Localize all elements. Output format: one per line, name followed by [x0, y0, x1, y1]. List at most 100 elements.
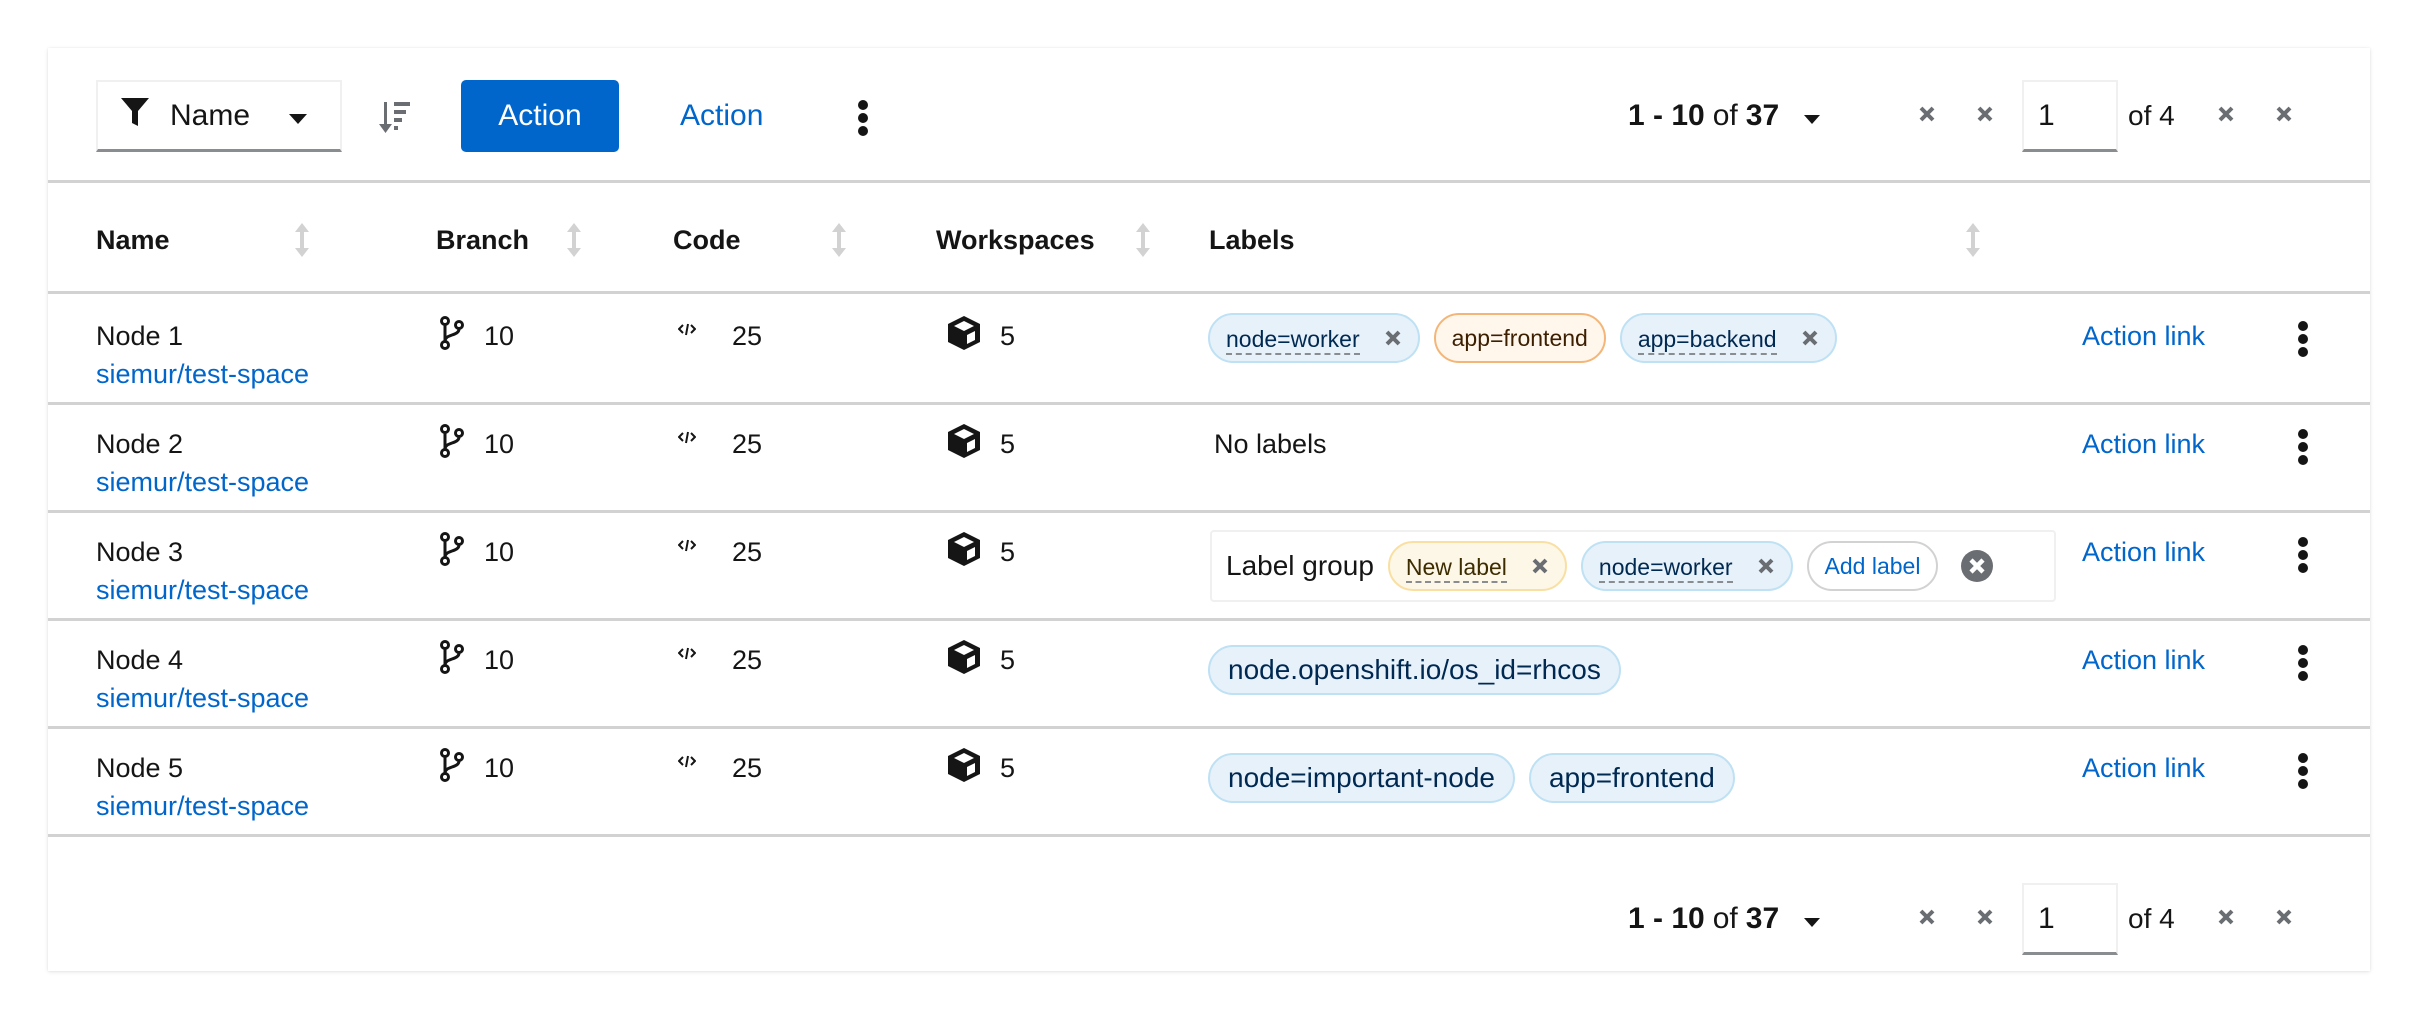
current-page-input[interactable] [2022, 883, 2118, 955]
repo-link[interactable]: siemur/test-space [96, 355, 309, 393]
per-page-toggle[interactable]: 1 - 10 of 37 [1628, 99, 1898, 133]
close-icon[interactable] [1801, 329, 1819, 347]
kebab-icon [2288, 645, 2318, 687]
branch-cell: 10 [440, 531, 514, 571]
close-icon[interactable] [1531, 557, 1549, 575]
range-total: 37 [1745, 902, 1780, 935]
label-text[interactable]: node=worker [1598, 549, 1733, 583]
cube-icon [946, 747, 982, 790]
node-name: Node 1 [96, 321, 184, 351]
label-chip[interactable]: app=frontend [1433, 313, 1606, 363]
row-action-link[interactable]: Action link [2082, 533, 2205, 571]
row-action-link[interactable]: Action link [2082, 425, 2205, 463]
row-kebab-menu[interactable] [2288, 319, 2318, 359]
next-page-button[interactable] [2197, 91, 2255, 141]
kebab-icon [848, 100, 878, 142]
previous-page-button[interactable] [1956, 91, 2014, 141]
sort-arrows-icon[interactable] [829, 222, 849, 258]
close-circle-icon[interactable] [1960, 549, 1994, 583]
row-kebab-menu[interactable] [2288, 535, 2318, 575]
pagination-top: 1 - 10 of 37 of 4 [1628, 80, 2313, 152]
sort-arrows-icon[interactable] [564, 222, 584, 258]
per-page-toggle[interactable]: 1 - 10 of 37 [1628, 902, 1898, 936]
label-chip[interactable]: node=important-node [1208, 753, 1515, 803]
sort-arrows-icon[interactable] [1133, 222, 1153, 258]
link-action-button[interactable]: Action [660, 80, 783, 152]
pagination-bottom: 1 - 10 of 37 of 4 [1628, 883, 2313, 955]
label-chip[interactable]: node=worker [1580, 541, 1793, 591]
label-text[interactable]: app=backend [1637, 321, 1777, 355]
column-header-workspaces[interactable]: Workspaces [936, 186, 1095, 294]
last-page-button[interactable] [2255, 91, 2313, 141]
column-label: Workspaces [936, 224, 1095, 255]
first-page-button[interactable] [1898, 894, 1956, 944]
range-sep: - [1644, 902, 1672, 935]
row-kebab-menu[interactable] [2288, 751, 2318, 791]
label-chip[interactable]: New label [1387, 541, 1567, 591]
node-name: Node 2 [96, 429, 184, 459]
toolbar: Name Action Action 1 - 10 of 37 1 of 4 [48, 48, 2370, 183]
last-page-button[interactable] [2255, 894, 2313, 944]
label-chip[interactable]: app=frontend [1528, 753, 1735, 803]
repo-link[interactable]: siemur/test-space [96, 571, 309, 609]
row-action-link[interactable]: Action link [2082, 749, 2205, 787]
workspace-count: 5 [1000, 644, 1016, 675]
code-branch-icon [440, 423, 464, 465]
column-header-code[interactable]: Code [673, 186, 741, 294]
name-cell: Node 5 siemur/test-space [96, 749, 309, 825]
repo-link[interactable]: siemur/test-space [96, 679, 309, 717]
sort-arrows-icon[interactable] [292, 222, 312, 258]
code-count: 25 [732, 752, 763, 783]
row-action-link[interactable]: Action link [2082, 317, 2205, 355]
current-page-input[interactable] [2022, 80, 2118, 152]
sort-button[interactable] [378, 98, 418, 138]
repo-link[interactable]: siemur/test-space [96, 787, 309, 825]
close-icon [2217, 908, 2235, 931]
label-text[interactable]: New label [1405, 549, 1507, 583]
column-header-branch[interactable]: Branch [436, 186, 529, 294]
label-text: app=frontend [1548, 762, 1715, 793]
add-label-button[interactable]: Add label [1806, 541, 1939, 591]
row-kebab-menu[interactable] [2288, 643, 2318, 683]
caret-down-icon [1803, 902, 1821, 936]
caret-down-icon [1803, 99, 1821, 133]
repo-link[interactable]: siemur/test-space [96, 463, 309, 501]
toolbar-kebab-menu[interactable] [848, 98, 878, 138]
column-header-labels[interactable]: Labels [1209, 186, 1295, 294]
name-cell: Node 4 siemur/test-space [96, 641, 309, 717]
close-icon[interactable] [1384, 329, 1402, 347]
first-page-button[interactable] [1898, 91, 1956, 141]
close-icon[interactable] [1757, 557, 1775, 575]
no-labels-text: No labels [1214, 429, 1327, 459]
label-chip[interactable]: app=backend [1619, 313, 1837, 363]
close-icon [2275, 908, 2293, 931]
close-icon [1976, 105, 1994, 128]
kebab-icon [2288, 321, 2318, 363]
sort-arrows-icon[interactable] [1963, 222, 1983, 258]
attribute-filter-dropdown[interactable]: Name [96, 80, 342, 152]
workspace-count: 5 [1000, 320, 1016, 351]
label-chip[interactable]: node=worker [1208, 313, 1420, 363]
node-name: Node 4 [96, 645, 184, 675]
column-label: Name [96, 224, 170, 255]
label-group: Label group New label node=worker Add label [1210, 530, 2056, 602]
label-chip[interactable]: node.openshift.io/os_id=rhcos [1208, 645, 1621, 695]
row-action-link[interactable]: Action link [2082, 641, 2205, 679]
branch-cell: 10 [440, 747, 514, 787]
code-branch-icon [440, 639, 464, 681]
labels-cell: node=important-node app=frontend [1208, 753, 1735, 803]
column-header-name[interactable]: Name [96, 186, 170, 294]
primary-action-button[interactable]: Action [461, 80, 619, 152]
previous-page-button[interactable] [1956, 894, 2014, 944]
name-cell: Node 3 siemur/test-space [96, 533, 309, 609]
branch-count: 10 [484, 320, 515, 351]
column-label: Code [673, 224, 741, 255]
code-cell: 25 [677, 749, 763, 787]
row-kebab-menu[interactable] [2288, 427, 2318, 467]
next-page-button[interactable] [2197, 894, 2255, 944]
label-text[interactable]: node=worker [1226, 321, 1360, 355]
table-row: Node 5 siemur/test-space 10 25 5 node=importa… [48, 729, 2370, 837]
table-row: Node 1 siemur/test-space 10 25 5 node=worker a… [48, 297, 2370, 405]
code-count: 25 [732, 536, 763, 567]
column-label: Branch [436, 224, 530, 255]
